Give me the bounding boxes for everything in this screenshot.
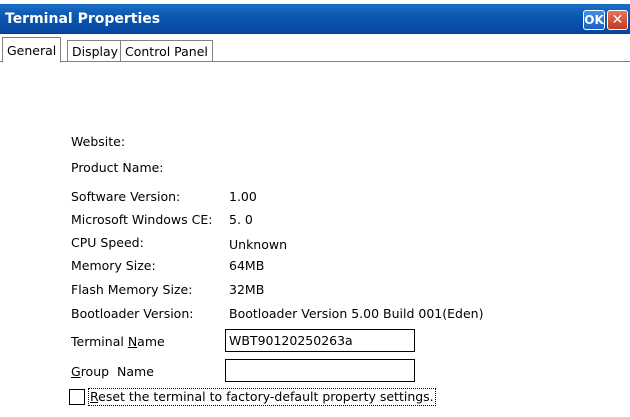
reset-checkbox-label[interactable]: Reset the terminal to factory-default pr… bbox=[88, 388, 436, 406]
product-name-label: Product Name: bbox=[71, 160, 164, 175]
tab-display[interactable]: Display bbox=[67, 40, 124, 63]
memory-size-value: 64MB bbox=[229, 258, 265, 273]
group-name-label: Group Name bbox=[71, 364, 154, 379]
cpu-speed-label: CPU Speed: bbox=[71, 235, 144, 250]
windows-ce-value: 5. 0 bbox=[229, 212, 253, 227]
title-bar: Terminal Properties OK ✕ bbox=[0, 4, 630, 34]
cpu-speed-value: Unknown bbox=[229, 237, 288, 252]
reset-checkbox[interactable] bbox=[69, 389, 85, 405]
close-icon[interactable]: ✕ bbox=[607, 10, 628, 30]
terminal-name-input[interactable]: WBT90120250263a bbox=[225, 329, 415, 352]
software-version-value: 1.00 bbox=[229, 189, 257, 204]
flash-memory-label: Flash Memory Size: bbox=[71, 282, 193, 297]
tab-control-panel[interactable]: Control Panel bbox=[120, 40, 213, 63]
tab-general[interactable]: General bbox=[2, 37, 62, 63]
terminal-name-label: Terminal Name bbox=[71, 334, 165, 349]
software-version-label: Software Version: bbox=[71, 189, 181, 204]
windows-ce-label: Microsoft Windows CE: bbox=[71, 212, 213, 227]
bootloader-label: Bootloader Version: bbox=[71, 306, 194, 321]
window-title: Terminal Properties bbox=[5, 11, 161, 27]
website-label: Website: bbox=[71, 134, 126, 149]
ok-button[interactable]: OK bbox=[583, 10, 605, 30]
memory-size-label: Memory Size: bbox=[71, 258, 156, 273]
group-name-input[interactable] bbox=[225, 359, 415, 382]
tab-strip: General Display Control Panel bbox=[0, 34, 630, 63]
flash-memory-value: 32MB bbox=[229, 282, 265, 297]
bootloader-value: Bootloader Version 5.00 Build 001(Eden) bbox=[229, 306, 484, 321]
general-panel: Website: Product Name: Software Version:… bbox=[0, 62, 630, 417]
